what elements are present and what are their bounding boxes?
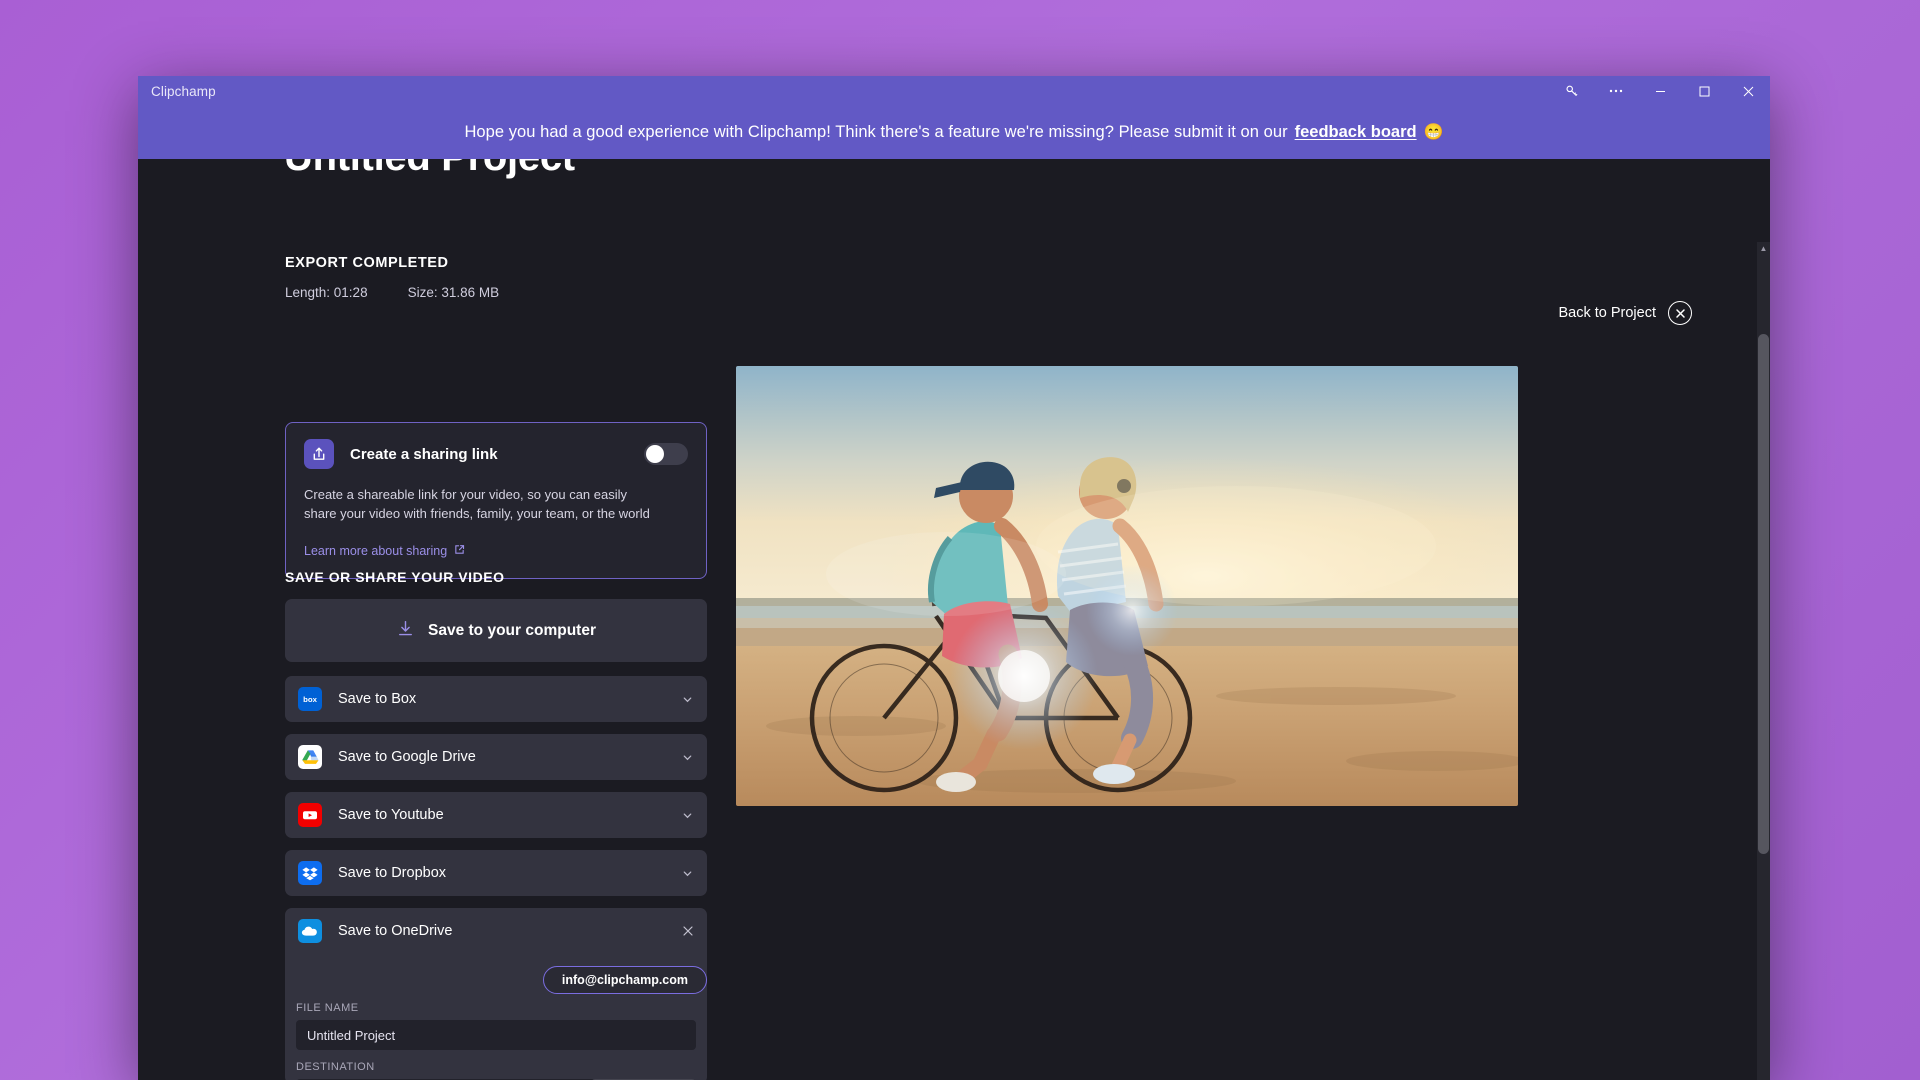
sharing-link-toggle[interactable] bbox=[644, 443, 688, 465]
export-size: Size: 31.86 MB bbox=[408, 285, 500, 300]
learn-more-label: Learn more about sharing bbox=[304, 544, 447, 558]
save-to-youtube-label: Save to Youtube bbox=[338, 807, 444, 823]
youtube-logo-icon bbox=[298, 803, 322, 827]
minimize-button[interactable] bbox=[1638, 76, 1682, 106]
file-name-label: FILE NAME bbox=[296, 1002, 696, 1014]
toggle-knob bbox=[646, 445, 664, 463]
onedrive-panel-header[interactable]: Save to OneDrive bbox=[285, 908, 707, 954]
scroll-up-icon[interactable]: ▲ bbox=[1757, 242, 1770, 255]
save-to-google-drive-label: Save to Google Drive bbox=[338, 749, 476, 765]
save-to-onedrive-label: Save to OneDrive bbox=[338, 923, 452, 939]
export-meta-row: Length: 01:28 Size: 31.86 MB bbox=[285, 285, 499, 300]
save-to-box-label: Save to Box bbox=[338, 691, 416, 707]
close-circle-icon[interactable] bbox=[1668, 301, 1692, 325]
save-section-title: SAVE OR SHARE YOUR VIDEO bbox=[285, 569, 505, 585]
feedback-banner-text: Hope you had a good experience with Clip… bbox=[464, 123, 1287, 142]
save-to-box-row[interactable]: box Save to Box bbox=[285, 676, 707, 722]
sharing-card-title: Create a sharing link bbox=[350, 446, 498, 463]
chevron-down-icon[interactable] bbox=[681, 693, 694, 706]
box-logo-icon: box bbox=[298, 687, 322, 711]
google-drive-logo-icon bbox=[298, 745, 322, 769]
back-to-project-button[interactable]: Back to Project bbox=[1558, 301, 1692, 325]
chevron-down-icon[interactable] bbox=[681, 751, 694, 764]
page-title: Untitled Project bbox=[284, 159, 575, 180]
key-icon[interactable] bbox=[1550, 76, 1594, 106]
download-icon bbox=[396, 619, 415, 643]
video-preview[interactable] bbox=[736, 366, 1518, 806]
destination-label: DESTINATION bbox=[296, 1061, 696, 1073]
feedback-board-link[interactable]: feedback board bbox=[1295, 123, 1417, 142]
file-name-input[interactable]: Untitled Project bbox=[296, 1020, 696, 1050]
close-button[interactable] bbox=[1726, 76, 1770, 106]
share-icon bbox=[304, 439, 334, 469]
chevron-down-icon[interactable] bbox=[681, 867, 694, 880]
export-length: Length: 01:28 bbox=[285, 285, 368, 300]
save-to-dropbox-label: Save to Dropbox bbox=[338, 865, 446, 881]
onedrive-logo-icon bbox=[298, 919, 322, 943]
save-to-google-drive-row[interactable]: Save to Google Drive bbox=[285, 734, 707, 780]
maximize-button[interactable] bbox=[1682, 76, 1726, 106]
file-name-field-group: FILE NAME Untitled Project bbox=[296, 1002, 696, 1050]
save-to-computer-label: Save to your computer bbox=[428, 622, 596, 640]
back-to-project-label: Back to Project bbox=[1558, 305, 1656, 321]
export-page-content: Untitled Project EXPORT COMPLETED Length… bbox=[138, 159, 1770, 1080]
export-status-label: EXPORT COMPLETED bbox=[285, 255, 448, 271]
account-email-pill[interactable]: info@clipchamp.com bbox=[543, 966, 707, 994]
create-sharing-link-card: Create a sharing link Create a shareable… bbox=[285, 422, 707, 579]
svg-text:box: box bbox=[303, 695, 317, 704]
save-to-youtube-row[interactable]: Save to Youtube bbox=[285, 792, 707, 838]
sharing-card-header: Create a sharing link bbox=[304, 439, 688, 469]
save-to-computer-button[interactable]: Save to your computer bbox=[285, 599, 707, 662]
feedback-banner: Hope you had a good experience with Clip… bbox=[138, 106, 1770, 159]
more-options-button[interactable] bbox=[1594, 76, 1638, 106]
sharing-card-description: Create a shareable link for your video, … bbox=[304, 486, 659, 524]
onedrive-close-icon[interactable] bbox=[682, 925, 694, 937]
learn-more-about-sharing-link[interactable]: Learn more about sharing bbox=[304, 544, 465, 558]
video-preview-frame bbox=[736, 366, 1518, 806]
destination-field-group: DESTINATION All Files Select folder bbox=[296, 1061, 696, 1080]
vertical-scrollbar[interactable]: ▲ ▼ bbox=[1757, 242, 1770, 1080]
scrollbar-thumb[interactable] bbox=[1758, 334, 1769, 854]
title-bar: Clipchamp bbox=[138, 76, 1770, 106]
save-to-onedrive-panel: Save to OneDrive info@clipchamp.com FILE… bbox=[285, 908, 707, 1080]
save-to-dropbox-row[interactable]: Save to Dropbox bbox=[285, 850, 707, 896]
external-link-icon bbox=[454, 544, 465, 558]
chevron-down-icon[interactable] bbox=[681, 809, 694, 822]
clipchamp-window: Clipchamp Hope you had a good experience… bbox=[138, 76, 1770, 1080]
grin-emoji-icon: 😁 bbox=[1424, 125, 1444, 141]
dropbox-logo-icon bbox=[298, 861, 322, 885]
window-title: Clipchamp bbox=[151, 84, 216, 99]
